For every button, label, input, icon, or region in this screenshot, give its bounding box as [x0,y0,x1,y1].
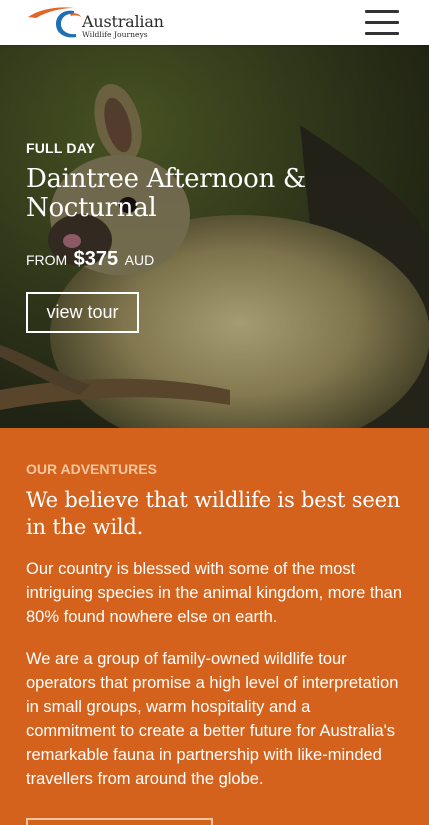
logo-emblem-icon [28,7,81,38]
adventures-kicker: OUR ADVENTURES [26,461,157,477]
view-tour-button[interactable]: view tour [26,292,139,333]
adventures-heading: We believe that wildlife is best seen in… [26,488,401,539]
price-amount: $375 [73,248,119,270]
site-logo[interactable]: Australian Wildlife Journeys [26,3,166,43]
hero-title: Daintree Afternoon & Nocturnal [26,164,306,223]
site-header: Australian Wildlife Journeys [0,0,429,45]
possum-photo [0,45,429,428]
adventures-paragraph-1: Our country is blessed with some of the … [26,560,403,626]
price-currency: AUD [124,252,155,268]
adventures-paragraph-2: We are a group of family-owned wildlife … [26,650,399,788]
adventures-button[interactable] [26,818,213,825]
price-prefix: FROM [26,252,68,268]
hero-kicker: FULL DAY [26,140,96,156]
logo-subtitle: Wildlife Journeys [82,30,148,39]
hero-price: FROM $375 AUD [26,248,154,271]
logo-title: Australian [82,12,164,31]
adventures-section: OUR ADVENTURES We believe that wildlife … [0,428,429,825]
hero-banner: FULL DAY Daintree Afternoon & Nocturnal … [0,45,429,428]
hamburger-menu-icon[interactable] [365,10,399,36]
